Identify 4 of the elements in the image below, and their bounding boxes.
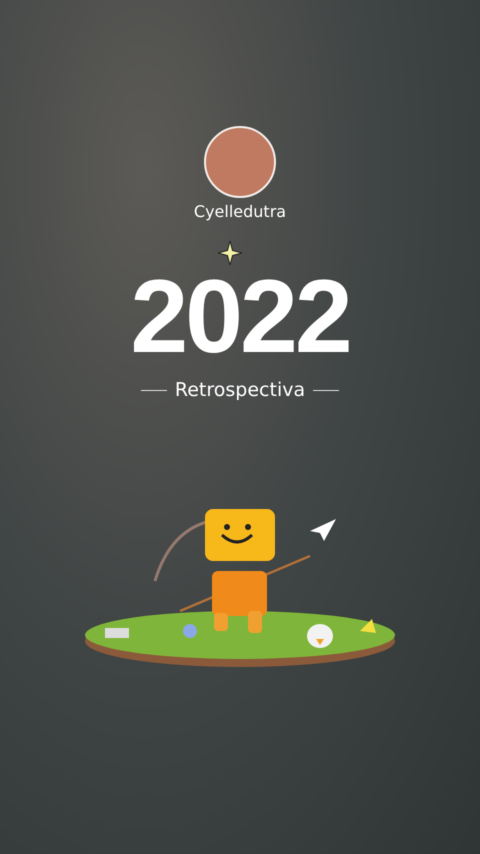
year-title: 2022 [130,267,350,367]
username: Cyelledutra [194,202,286,221]
subtitle: Retrospectiva [174,379,306,401]
sparkle-icon [218,241,242,265]
